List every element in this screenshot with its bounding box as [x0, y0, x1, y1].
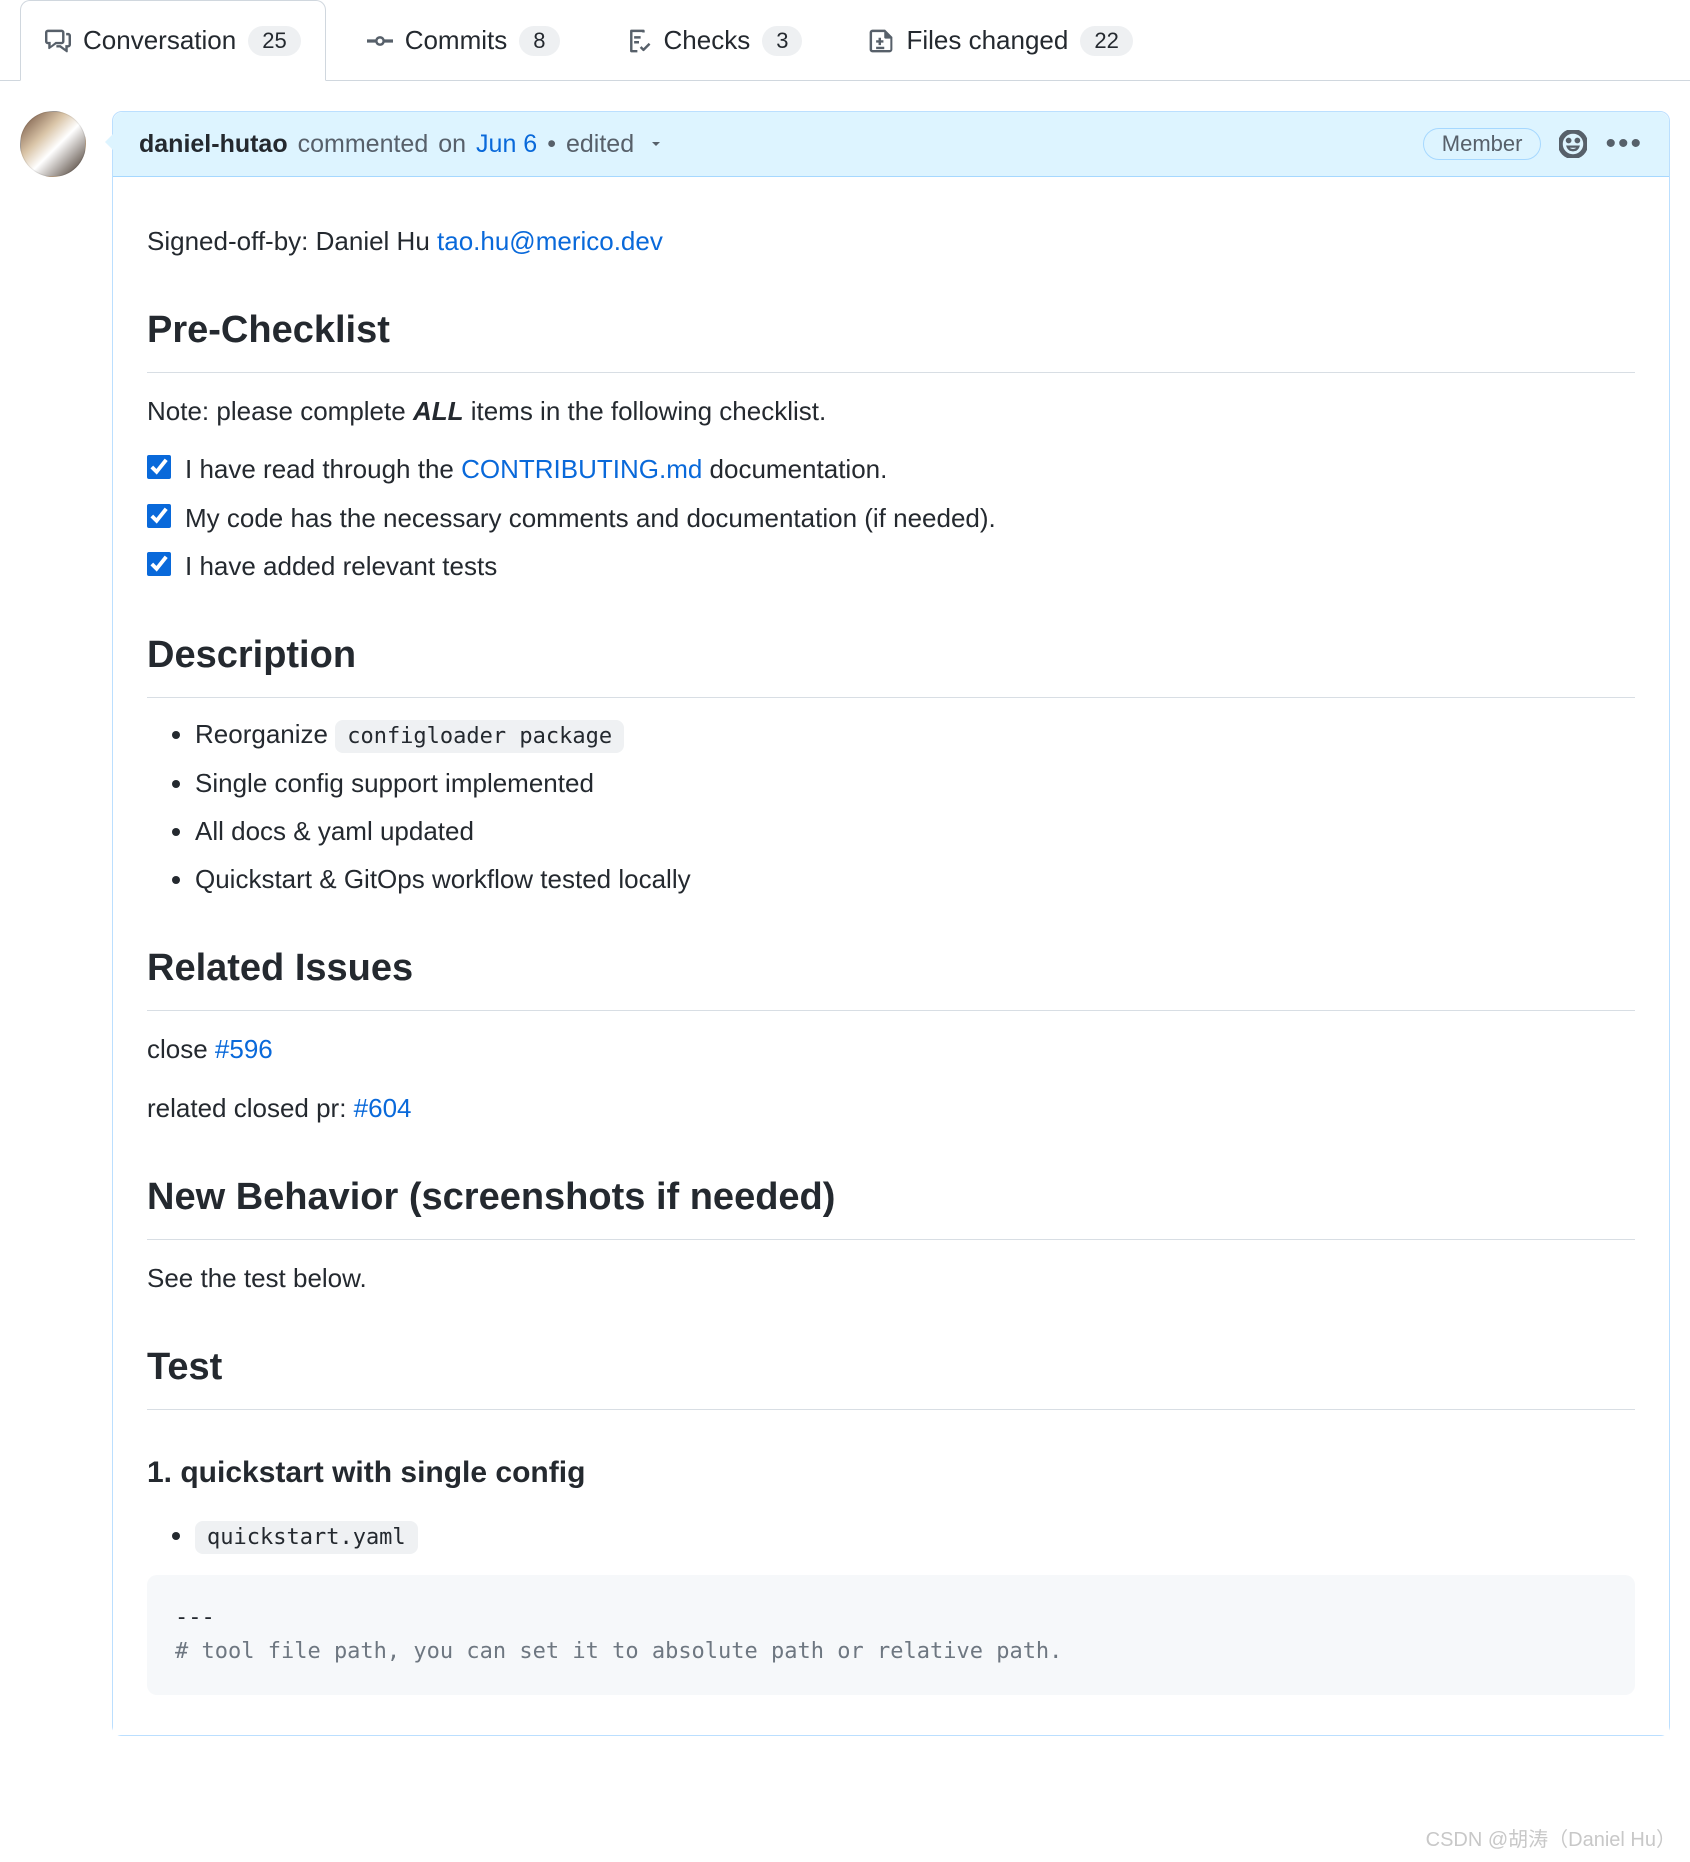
kebab-menu-icon[interactable]: •••	[1605, 129, 1643, 159]
pr-tabs: Conversation 25 Commits 8 Checks 3 Files…	[0, 0, 1690, 81]
list-item: Quickstart & GitOps workflow tested loca…	[195, 859, 1635, 899]
list-item: Reorganize configloader package	[195, 714, 1635, 754]
heading-related-issues: Related Issues	[147, 939, 1635, 1011]
inline-code: configloader package	[335, 720, 624, 753]
watermark: CSDN @胡涛（Daniel Hu）	[1426, 1823, 1676, 1852]
related-pr-line: related closed pr: #604	[147, 1088, 1635, 1128]
heading-pre-checklist: Pre-Checklist	[147, 301, 1635, 373]
comment-time-prefix: on	[438, 130, 466, 159]
tab-files[interactable]: Files changed 22	[843, 0, 1157, 80]
description-list: Reorganize configloader package Single c…	[147, 714, 1635, 899]
code-block: --- # tool file path, you can set it to …	[147, 1575, 1635, 1695]
task-item: I have read through the CONTRIBUTING.md …	[147, 449, 1635, 489]
task-item: My code has the necessary comments and d…	[147, 498, 1635, 538]
tab-commits[interactable]: Commits 8	[342, 0, 585, 80]
close-issue-line: close #596	[147, 1029, 1635, 1069]
heading-description: Description	[147, 626, 1635, 698]
member-badge: Member	[1423, 128, 1542, 160]
tab-conversation-count: 25	[248, 26, 300, 56]
checklist-note: Note: please complete ALL items in the f…	[147, 391, 1635, 431]
author-avatar[interactable]	[20, 111, 86, 177]
git-commit-icon	[367, 28, 393, 54]
task-list: I have read through the CONTRIBUTING.md …	[147, 449, 1635, 586]
tab-checks-count: 3	[762, 26, 802, 56]
inline-code: quickstart.yaml	[195, 1521, 418, 1554]
emoji-icon[interactable]	[1559, 130, 1587, 158]
tab-commits-label: Commits	[405, 25, 508, 56]
tab-files-label: Files changed	[906, 25, 1068, 56]
new-behavior-text: See the test below.	[147, 1258, 1635, 1298]
comment-discussion-icon	[45, 28, 71, 54]
comment-action: commented	[298, 130, 429, 159]
contributing-link[interactable]: CONTRIBUTING.md	[461, 454, 702, 484]
comment-header: daniel-hutao commented on Jun 6 • edited…	[113, 112, 1669, 177]
task-checkbox[interactable]	[147, 552, 171, 576]
tab-checks-label: Checks	[664, 25, 751, 56]
chevron-down-icon[interactable]	[648, 136, 664, 152]
comment-body: Signed-off-by: Daniel Hu tao.hu@merico.d…	[113, 177, 1669, 1735]
issue-link[interactable]: #596	[215, 1034, 273, 1064]
tab-checks[interactable]: Checks 3	[601, 0, 828, 80]
edited-label[interactable]: edited	[566, 130, 634, 159]
test-file-list: quickstart.yaml	[147, 1515, 1635, 1555]
heading-new-behavior: New Behavior (screenshots if needed)	[147, 1168, 1635, 1240]
task-checkbox[interactable]	[147, 504, 171, 528]
tab-conversation-label: Conversation	[83, 25, 236, 56]
task-item: I have added relevant tests	[147, 546, 1635, 586]
tab-conversation[interactable]: Conversation 25	[20, 0, 326, 81]
comment-timestamp[interactable]: Jun 6	[476, 130, 537, 159]
checklist-icon	[626, 28, 652, 54]
signed-email-link[interactable]: tao.hu@merico.dev	[437, 226, 663, 256]
comment-box: daniel-hutao commented on Jun 6 • edited…	[112, 111, 1670, 1736]
task-checkbox[interactable]	[147, 455, 171, 479]
comment-author-link[interactable]: daniel-hutao	[139, 130, 288, 159]
list-item: quickstart.yaml	[195, 1515, 1635, 1555]
test-subheading: 1. quickstart with single config	[147, 1450, 1635, 1497]
list-item: Single config support implemented	[195, 763, 1635, 803]
heading-test: Test	[147, 1338, 1635, 1410]
pr-link[interactable]: #604	[354, 1093, 412, 1123]
tab-files-count: 22	[1080, 26, 1132, 56]
dot-separator: •	[547, 130, 556, 159]
tab-commits-count: 8	[519, 26, 559, 56]
signed-off-line: Signed-off-by: Daniel Hu tao.hu@merico.d…	[147, 221, 1635, 261]
file-diff-icon	[868, 28, 894, 54]
list-item: All docs & yaml updated	[195, 811, 1635, 851]
